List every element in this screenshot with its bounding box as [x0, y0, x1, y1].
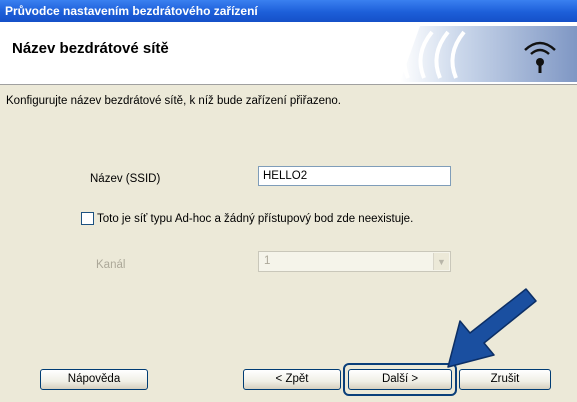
ssid-input[interactable]: HELLO2: [258, 166, 451, 186]
wireless-logo-icon: [400, 26, 577, 82]
next-button[interactable]: Další >: [348, 369, 452, 390]
channel-label: Kanál: [96, 259, 126, 271]
wizard-window: Průvodce nastavením bezdrátového zařízen…: [0, 0, 577, 402]
window-title: Průvodce nastavením bezdrátového zařízen…: [0, 0, 577, 22]
channel-value: 1: [264, 255, 271, 267]
wizard-header: Název bezdrátové sítě: [0, 22, 577, 85]
page-title: Název bezdrátové sítě: [12, 40, 169, 57]
pointer-arrow-icon: [447, 288, 537, 368]
back-button[interactable]: < Zpět: [243, 369, 341, 390]
help-button[interactable]: Nápověda: [40, 369, 148, 390]
wizard-body: Konfigurujte název bezdrátové sítě, k ní…: [0, 85, 577, 402]
ssid-label: Název (SSID): [90, 173, 161, 185]
intro-text: Konfigurujte název bezdrátové sítě, k ní…: [6, 95, 341, 107]
chevron-down-icon: ▼: [433, 253, 449, 270]
channel-select: 1 ▼: [258, 251, 451, 272]
adhoc-row[interactable]: Toto je síť typu Ad-hoc a žádný přístupo…: [81, 212, 413, 225]
adhoc-label[interactable]: Toto je síť typu Ad-hoc a žádný přístupo…: [97, 213, 413, 225]
adhoc-checkbox[interactable]: [81, 212, 94, 225]
